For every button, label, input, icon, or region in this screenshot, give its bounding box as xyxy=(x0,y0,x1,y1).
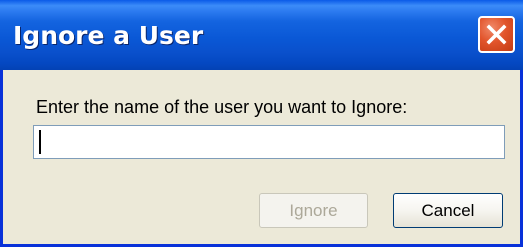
username-prompt-label: Enter the name of the user you want to I… xyxy=(36,97,408,117)
close-icon xyxy=(486,24,507,45)
dialog-title: Ignore a User xyxy=(13,21,204,50)
cancel-button[interactable]: Cancel xyxy=(393,193,503,228)
username-input[interactable] xyxy=(33,125,505,159)
text-caret xyxy=(39,130,41,154)
title-bar[interactable]: Ignore a User xyxy=(0,0,523,70)
ignore-button[interactable]: Ignore xyxy=(259,193,368,228)
close-button[interactable] xyxy=(478,16,515,53)
ignore-user-dialog: Ignore a User Enter the name of the user… xyxy=(0,0,523,247)
